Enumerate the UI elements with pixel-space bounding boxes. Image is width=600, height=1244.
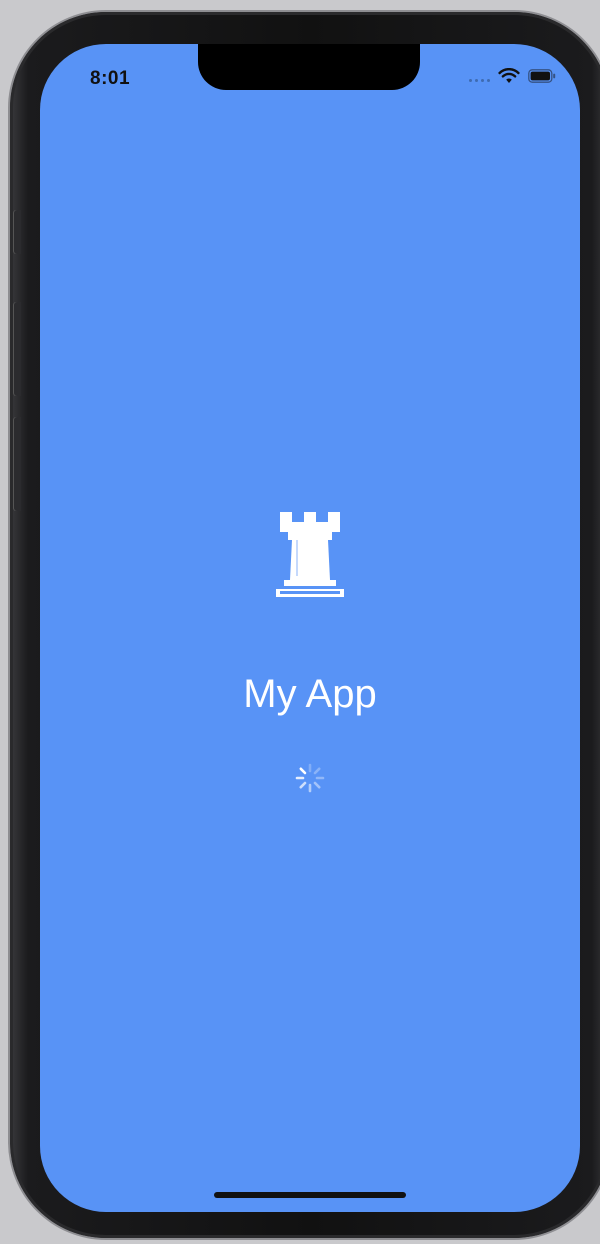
cellular-signal-icon [469,70,490,82]
status-icons [469,68,556,84]
notch [198,44,420,90]
loading-spinner-icon [294,762,326,794]
status-time: 8:01 [90,68,131,89]
app-name-title: My App [243,672,377,716]
mute-switch [13,210,21,254]
volume-down-button [13,417,21,511]
home-indicator[interactable] [214,1192,406,1198]
volume-up-button [13,302,21,396]
battery-icon [528,69,556,83]
splash-screen: 8:01 My App [40,44,580,1212]
wifi-icon [498,68,520,84]
chess-rook-icon [274,510,346,598]
